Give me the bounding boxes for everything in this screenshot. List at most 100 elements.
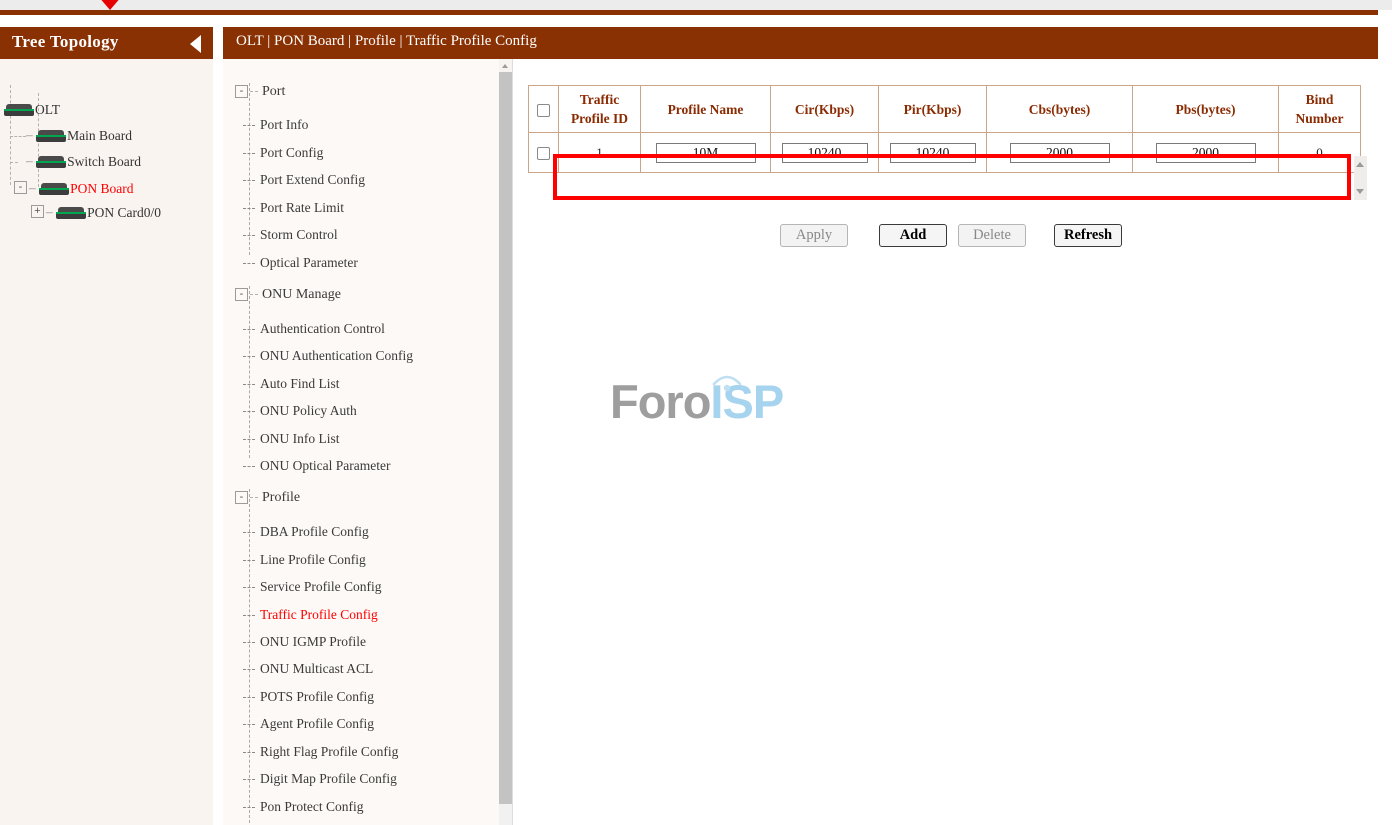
menu-item-onu-multicast-acl[interactable]: ONU Multicast ACL	[243, 661, 373, 677]
collapse-tree-icon[interactable]	[190, 35, 201, 53]
menu-expander-profile[interactable]: -	[235, 491, 248, 504]
menu-item-storm-control[interactable]: Storm Control	[243, 227, 338, 243]
menu-item-optical-parameter[interactable]: Optical Parameter	[243, 255, 358, 271]
device-icon	[39, 183, 69, 195]
apply-button[interactable]: Apply	[780, 224, 848, 247]
menu-expander-port[interactable]: -	[235, 85, 248, 98]
menu-item-agent-profile-config[interactable]: Agent Profile Config	[243, 716, 374, 732]
menu-item-onu-info-list[interactable]: ONU Info List	[243, 431, 340, 447]
menu-item-onu-authentication-config[interactable]: ONU Authentication Config	[243, 348, 413, 364]
add-button[interactable]: Add	[879, 224, 947, 247]
traffic-profile-table: Traffic Profile ID Profile Name Cir(Kbps…	[528, 85, 1361, 173]
menu-scroll-up-icon[interactable]	[499, 59, 512, 72]
menu-item-onu-policy-auth[interactable]: ONU Policy Auth	[243, 403, 357, 419]
menu-item-dba-profile-config[interactable]: DBA Profile Config	[243, 524, 369, 540]
refresh-button[interactable]: Refresh	[1054, 224, 1122, 247]
cbs-input[interactable]	[1010, 143, 1110, 163]
menu-item-traffic-profile-config[interactable]: Traffic Profile Config	[243, 607, 378, 623]
pbs-input[interactable]	[1156, 143, 1256, 163]
table-header-row: Traffic Profile ID Profile Name Cir(Kbps…	[529, 86, 1361, 133]
tree-node-label: PON Board	[70, 181, 133, 196]
menu-item-label: Port Config	[260, 145, 323, 160]
cell-pir	[879, 133, 987, 173]
menu-item-label: ONU Info List	[260, 431, 340, 446]
tree-connector-line	[10, 162, 18, 163]
table-header-profile-name: Profile Name	[641, 86, 771, 133]
tree-dash: –	[29, 180, 36, 195]
select-all-checkbox[interactable]	[537, 104, 550, 117]
tree-node-main-board[interactable]: – Main Board	[26, 125, 132, 145]
menu-item-port-info[interactable]: Port Info	[243, 117, 308, 133]
menu-group-onu-manage[interactable]: -ONU Manage	[235, 287, 341, 303]
foroisp-watermark: ForoISP	[610, 372, 810, 442]
tree-node-switch-board[interactable]: – Switch Board	[26, 151, 141, 171]
pir-input[interactable]	[890, 143, 976, 163]
red-down-arrow-icon	[98, 0, 122, 10]
cell-pbs	[1133, 133, 1279, 173]
menu-item-label: Auto Find List	[260, 376, 340, 391]
menu-leaf-dash	[243, 752, 255, 753]
menu-item-port-rate-limit[interactable]: Port Rate Limit	[243, 200, 344, 216]
tree-topology-body: OLT – Main Board – Switch Board - – PON …	[0, 59, 213, 825]
tree-node-label: Switch Board	[67, 154, 141, 169]
device-icon	[4, 104, 34, 116]
menu-item-port-config[interactable]: Port Config	[243, 145, 323, 161]
breadcrumb: OLT | PON Board | Profile | Traffic Prof…	[236, 33, 537, 50]
tree-node-olt[interactable]: OLT	[4, 99, 60, 119]
menu-item-auto-find-list[interactable]: Auto Find List	[243, 376, 340, 392]
menu-item-onu-optical-parameter[interactable]: ONU Optical Parameter	[243, 458, 390, 474]
menu-item-onu-igmp-profile[interactable]: ONU IGMP Profile	[243, 634, 366, 650]
watermark-text-foro: Foro	[610, 375, 710, 428]
table-header-cbs: Cbs(bytes)	[987, 86, 1133, 133]
breadcrumb-header: OLT | PON Board | Profile | Traffic Prof…	[223, 27, 1378, 59]
menu-item-pon-protect-config[interactable]: Pon Protect Config	[243, 799, 364, 815]
scroll-down-icon[interactable]	[1356, 189, 1364, 194]
cir-input[interactable]	[782, 143, 868, 163]
menu-item-authentication-control[interactable]: Authentication Control	[243, 321, 385, 337]
menu-scrollbar[interactable]	[499, 59, 512, 825]
menu-item-label: Traffic Profile Config	[260, 607, 378, 622]
wifi-arc-icon	[710, 372, 744, 394]
menu-leaf-dash	[243, 642, 255, 643]
menu-expander-onu-manage[interactable]: -	[235, 288, 248, 301]
menu-scroll-area: - Port Port Info Port Config Port Extend …	[223, 59, 500, 825]
menu-item-port-extend-config[interactable]: Port Extend Config	[243, 172, 365, 188]
cell-bind-number: 0	[1279, 133, 1361, 173]
delete-button[interactable]: Delete	[958, 224, 1026, 247]
menu-item-label: ONU Multicast ACL	[260, 661, 373, 676]
menu-group-profile[interactable]: -Profile	[235, 490, 300, 506]
menu-dash	[250, 91, 258, 92]
menu-item-line-profile-config[interactable]: Line Profile Config	[243, 552, 366, 568]
menu-item-digit-map-profile-config[interactable]: Digit Map Profile Config	[243, 771, 397, 787]
menu-group-label: Port	[262, 84, 285, 99]
menu-leaf-dash	[243, 180, 255, 181]
table-header-pir: Pir(Kbps)	[879, 86, 987, 133]
menu-item-right-flag-profile-config[interactable]: Right Flag Profile Config	[243, 744, 398, 760]
cell-cir	[771, 133, 879, 173]
tree-topology-panel: Tree Topology OLT – Main Board – Switch …	[0, 27, 213, 825]
tree-node-pon-board[interactable]: – PON Board	[29, 178, 134, 198]
cell-profile-name	[641, 133, 771, 173]
tree-connector-line	[10, 136, 26, 137]
row-checkbox[interactable]	[537, 147, 550, 160]
menu-scroll-thumb[interactable]	[499, 72, 512, 804]
tree-expander-pon-board[interactable]: -	[14, 181, 27, 194]
menu-group-port[interactable]: - Port	[235, 84, 285, 100]
cell-traffic-profile-id: 1	[559, 133, 641, 173]
menu-item-label: Storm Control	[260, 227, 338, 242]
tree-topology-title: Tree Topology	[12, 32, 119, 52]
menu-item-label: Port Extend Config	[260, 172, 365, 187]
scroll-up-icon[interactable]	[1356, 162, 1364, 167]
table-row[interactable]: 1 0	[529, 133, 1361, 173]
profile-name-input[interactable]	[656, 143, 756, 163]
row-vertical-scrollbar[interactable]	[1354, 156, 1367, 200]
menu-item-service-profile-config[interactable]: Service Profile Config	[243, 579, 381, 595]
tree-expander-pon-card[interactable]: +	[31, 205, 44, 218]
action-button-bar: Apply Add Delete Refresh	[528, 224, 1373, 254]
menu-leaf-dash	[243, 779, 255, 780]
tree-dash: –	[26, 127, 33, 142]
main-content-area: Traffic Profile ID Profile Name Cir(Kbps…	[513, 59, 1378, 825]
tree-node-pon-card[interactable]: – PON Card0/0	[46, 202, 161, 222]
menu-item-pots-profile-config[interactable]: POTS Profile Config	[243, 689, 374, 705]
menu-leaf-dash	[243, 125, 255, 126]
